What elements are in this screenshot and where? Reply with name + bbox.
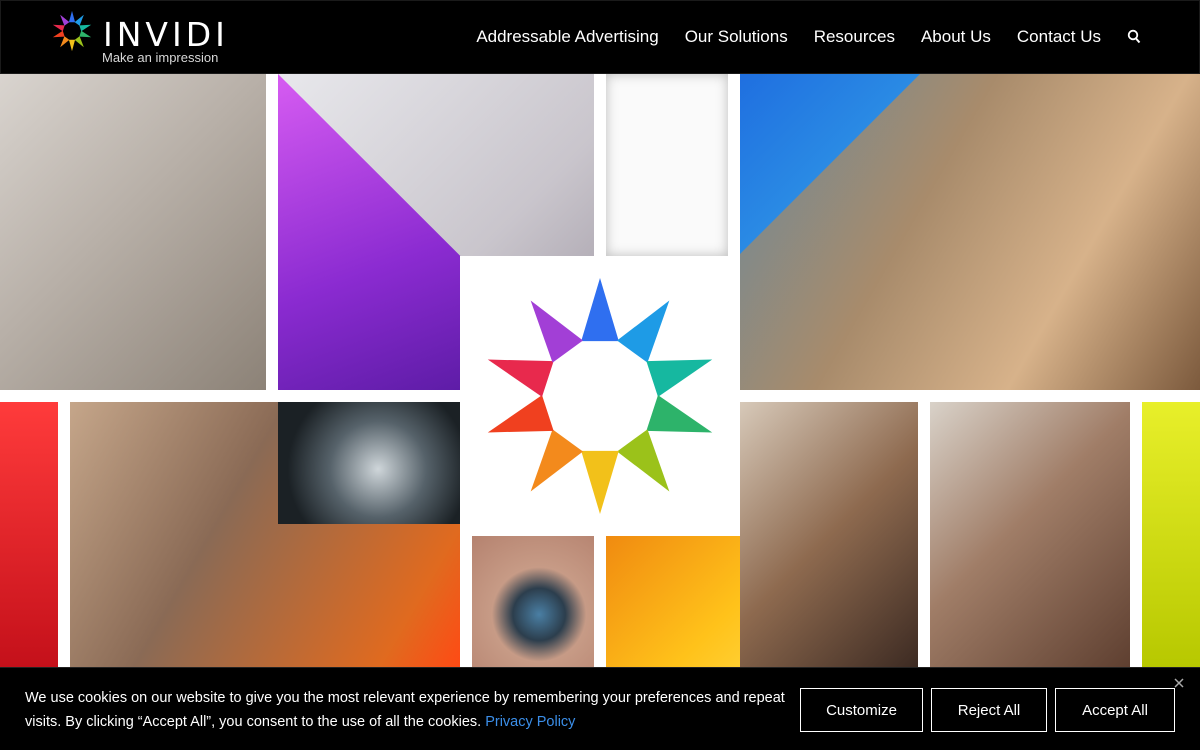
invidi-logo[interactable]: INVIDI Make an impression xyxy=(51,10,231,68)
customize-button[interactable]: Customize xyxy=(800,688,923,732)
nav-resources[interactable]: Resources xyxy=(814,27,895,47)
hero-collage xyxy=(0,74,1200,668)
main-nav: Addressable Advertising Our Solutions Re… xyxy=(450,27,1141,47)
brand-name: INVIDI xyxy=(103,15,229,54)
cookie-banner: We use cookies on our website to give yo… xyxy=(0,667,1200,750)
photo-compass xyxy=(278,402,460,524)
photo-cafe-workers-tablet xyxy=(740,74,1200,390)
nav-our-solutions[interactable]: Our Solutions xyxy=(685,27,788,47)
nav-about-us[interactable]: About Us xyxy=(921,27,991,47)
cookie-message-text: We use cookies on our website to give yo… xyxy=(25,690,785,730)
invidi-star-logo-icon xyxy=(52,10,92,52)
brand-tagline: Make an impression xyxy=(102,50,219,65)
nav-addressable-advertising[interactable]: Addressable Advertising xyxy=(476,27,658,47)
site-header: INVIDI Make an impression Addressable Ad… xyxy=(0,0,1200,74)
cookie-message: We use cookies on our website to give yo… xyxy=(25,686,785,734)
accept-all-button[interactable]: Accept All xyxy=(1055,688,1175,732)
photo-white-panel xyxy=(606,74,728,256)
star-logo-icon xyxy=(487,278,713,514)
reject-all-button[interactable]: Reject All xyxy=(931,688,1047,732)
nav-contact-us[interactable]: Contact Us xyxy=(1017,27,1101,47)
center-star-logo xyxy=(460,256,740,536)
photo-eye xyxy=(472,534,594,668)
photo-woman-curly-hair xyxy=(740,402,918,668)
red-panel xyxy=(0,402,58,668)
photo-couple-on-couch xyxy=(0,74,266,390)
lime-panel xyxy=(1142,402,1200,668)
privacy-policy-link[interactable]: Privacy Policy xyxy=(485,714,575,730)
photo-couple-smiling xyxy=(930,402,1130,668)
search-icon[interactable] xyxy=(1127,29,1141,45)
close-icon[interactable] xyxy=(1172,676,1186,690)
